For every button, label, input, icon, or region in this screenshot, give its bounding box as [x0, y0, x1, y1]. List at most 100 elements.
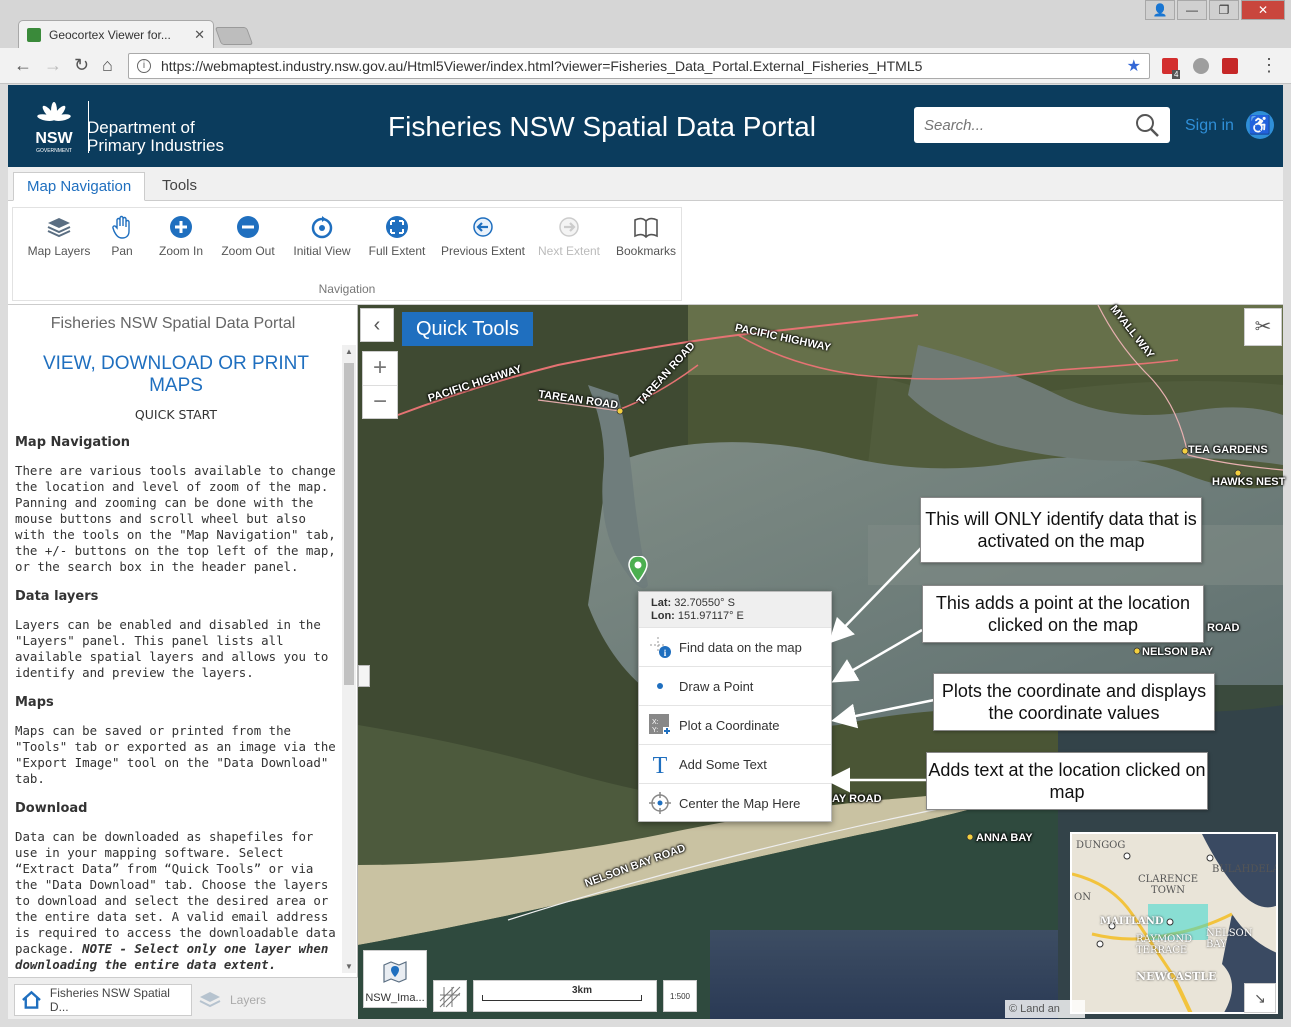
tab-portal-info[interactable]: Fisheries NSW Spatial D...: [14, 984, 192, 1016]
new-tab-button[interactable]: [214, 27, 254, 45]
full-extent-button[interactable]: Full Extent: [367, 214, 427, 258]
point-icon: [647, 673, 673, 699]
tab-layers[interactable]: Layers: [198, 984, 266, 1016]
identify-icon: i: [647, 634, 673, 660]
sign-in-link[interactable]: Sign in: [1185, 117, 1234, 135]
svg-text:NSW: NSW: [35, 130, 73, 147]
map-zoom-in-button[interactable]: +: [363, 352, 397, 386]
map-tools-wrench-icon[interactable]: ✂: [1244, 308, 1282, 346]
scroll-down-icon[interactable]: ▼: [344, 962, 354, 971]
zoom-in-icon: [170, 216, 192, 238]
panel-scrollbar[interactable]: ▲ ▼: [342, 345, 356, 973]
basemap-switcher-button[interactable]: NSW_Ima...: [363, 950, 427, 1008]
section-text: There are various tools available to cha…: [15, 463, 336, 574]
basemap-label: NSW_Ima...: [365, 992, 425, 1004]
home-icon[interactable]: ⌂: [102, 55, 113, 75]
overview-label: CLARENCE TOWN: [1138, 874, 1199, 896]
scrollbar-thumb[interactable]: [344, 363, 354, 685]
left-panel: Fisheries NSW Spatial Data Portal VIEW, …: [8, 305, 358, 1019]
search-input[interactable]: [924, 116, 1134, 134]
callout-draw-point: This adds a point at the location clicke…: [922, 585, 1204, 643]
accessibility-icon[interactable]: ♿: [1246, 111, 1274, 139]
window-controls: 👤 — ❐ ✕: [1143, 0, 1285, 20]
zoom-in-button[interactable]: Zoom In: [156, 214, 206, 258]
next-extent-button[interactable]: Next Extent: [533, 214, 605, 258]
tab-map-navigation[interactable]: Map Navigation: [13, 172, 146, 201]
map-layers-label: Map Layers: [27, 244, 91, 258]
map-zoom-out-button[interactable]: −: [363, 386, 397, 420]
book-icon: [634, 217, 658, 239]
scroll-up-icon[interactable]: ▲: [344, 347, 354, 356]
search-box[interactable]: [914, 107, 1170, 143]
location-pin-icon: [628, 556, 648, 582]
group-label: Navigation: [318, 282, 376, 296]
close-tab-icon[interactable]: ✕: [194, 27, 205, 43]
lon-value: 151.97117° E: [677, 610, 744, 622]
crosshair-icon: [647, 790, 673, 816]
svg-text:T: T: [653, 753, 668, 776]
lat-value: 32.70550° S: [674, 597, 735, 609]
address-bar[interactable]: i https://webmaptest.industry.nsw.gov.au…: [128, 53, 1150, 79]
maximize-button[interactable]: ❐: [1209, 0, 1239, 20]
collapse-panel-button[interactable]: ‹: [360, 308, 394, 342]
pdf-extension-icon[interactable]: [1222, 58, 1238, 74]
draw-point-menu-item[interactable]: Draw a Point: [639, 666, 831, 705]
zoom-out-button[interactable]: Zoom Out: [217, 214, 279, 258]
overview-label: RAYMOND TERRACE: [1136, 934, 1193, 956]
callout-plot-coordinate: Plots the coordinate and displays the co…: [933, 673, 1215, 731]
quick-tools-button[interactable]: Quick Tools: [402, 312, 533, 346]
find-data-menu-item[interactable]: i Find data on the map: [639, 627, 831, 666]
lat-label: Lat:: [651, 597, 672, 609]
center-map-menu-item[interactable]: Center the Map Here: [639, 783, 831, 822]
overview-toggle-button[interactable]: ↘: [1244, 983, 1276, 1013]
ribbon-tabs: Map Navigation Tools: [8, 167, 1283, 201]
extension-2-icon[interactable]: [1193, 58, 1209, 74]
browser-tab[interactable]: Geocortex Viewer for... ✕: [18, 20, 214, 48]
pan-button[interactable]: Pan: [97, 214, 147, 258]
section-text: Data can be downloaded as shapefiles for…: [15, 829, 337, 973]
scale-input-button[interactable]: 1:500: [663, 980, 697, 1012]
zoom-out-label: Zoom Out: [221, 244, 275, 258]
plot-coordinate-menu-item[interactable]: X: Y: Plot a Coordinate: [639, 705, 831, 744]
place-label: HAWKS NEST: [1212, 476, 1286, 488]
overview-label: NELSON BAY: [1206, 928, 1253, 950]
minimize-button[interactable]: —: [1177, 0, 1207, 20]
initial-view-button[interactable]: Initial View: [290, 214, 354, 258]
coordinate-readout: Lat: 32.70550° S Lon: 151.97117° E: [639, 592, 831, 627]
browser-toolbar: ← → ↻ ⌂ i https://webmaptest.industry.ns…: [0, 48, 1291, 84]
center-map-label: Center the Map Here: [679, 795, 801, 811]
back-icon[interactable]: ←: [14, 55, 32, 75]
previous-extent-icon: [473, 217, 493, 237]
menu-icon[interactable]: ⋮: [1260, 55, 1278, 75]
panel-splitter[interactable]: [358, 665, 370, 687]
reload-icon[interactable]: ↻: [74, 55, 89, 75]
browser-titlebar: Geocortex Viewer for... ✕ 👤 — ❐ ✕: [0, 0, 1291, 48]
section-title: Data layers: [15, 589, 99, 604]
full-extent-icon: [386, 216, 408, 238]
grid-icon: [439, 986, 461, 1008]
full-extent-label: Full Extent: [368, 244, 426, 258]
bookmarks-button[interactable]: Bookmarks: [615, 214, 677, 258]
hand-icon: [112, 215, 130, 239]
panel-content: VIEW, DOWNLOAD OR PRINT MAPS QUICK START…: [15, 353, 337, 973]
search-icon[interactable]: [1134, 112, 1160, 138]
tab-tools[interactable]: Tools: [149, 172, 210, 201]
coordinate-grid-button[interactable]: [433, 980, 467, 1012]
section-text: Layers can be enabled and disabled in th…: [15, 617, 329, 680]
place-label: ANNA BAY: [976, 832, 1033, 844]
forward-icon[interactable]: →: [44, 55, 62, 75]
map-layers-button[interactable]: Map Layers: [19, 214, 99, 258]
bookmark-star-icon[interactable]: ★: [1127, 56, 1141, 76]
add-text-menu-item[interactable]: T Add Some Text: [639, 744, 831, 783]
dept-line2: Primary Industries: [87, 136, 224, 155]
overview-label: BULAHDELAH: [1212, 864, 1276, 875]
basemap-icon: [383, 961, 407, 983]
find-data-label: Find data on the map: [679, 639, 802, 655]
close-window-button[interactable]: ✕: [1241, 0, 1285, 20]
site-info-icon[interactable]: i: [137, 59, 151, 73]
place-label: NELSON BAY: [1142, 646, 1214, 658]
user-icon[interactable]: 👤: [1145, 0, 1175, 20]
callout-add-text: Adds text at the location clicked on map: [926, 752, 1208, 810]
previous-extent-button[interactable]: Previous Extent: [439, 214, 527, 258]
department-name: Department of Primary Industries: [87, 119, 224, 155]
